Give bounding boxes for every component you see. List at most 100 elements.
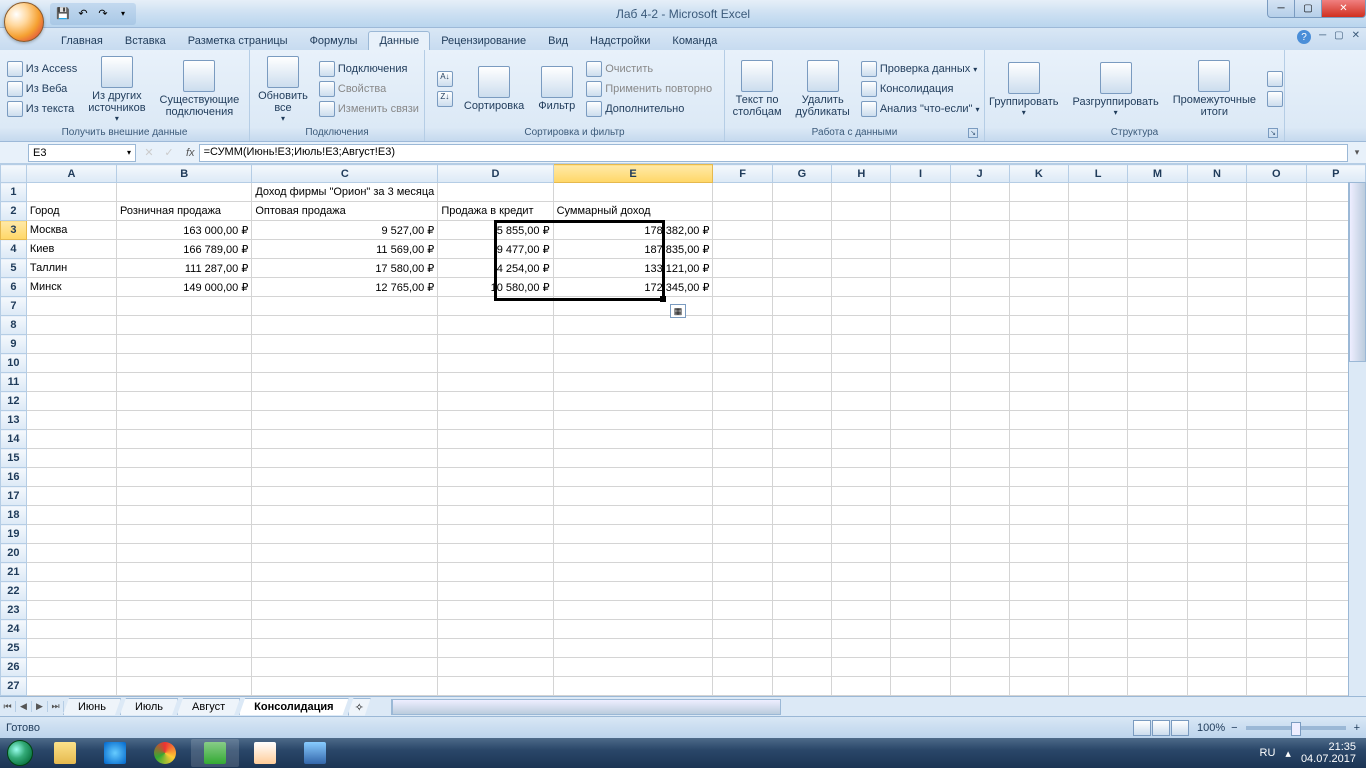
- zoom-slider[interactable]: [1246, 726, 1346, 730]
- cell[interactable]: [832, 430, 891, 449]
- cell[interactable]: [26, 430, 116, 449]
- tab-nav-last-icon[interactable]: ⏭: [48, 701, 64, 712]
- cell[interactable]: [832, 335, 891, 354]
- cell[interactable]: [438, 525, 553, 544]
- cell[interactable]: [117, 620, 252, 639]
- cell[interactable]: [713, 335, 772, 354]
- fx-icon[interactable]: fx: [186, 147, 195, 159]
- cell[interactable]: [26, 677, 116, 696]
- cell[interactable]: [713, 316, 772, 335]
- cell[interactable]: [1187, 506, 1246, 525]
- column-header[interactable]: C: [252, 165, 438, 183]
- cell[interactable]: [553, 506, 713, 525]
- cell[interactable]: [1187, 544, 1246, 563]
- cell[interactable]: [1128, 677, 1188, 696]
- cell[interactable]: [553, 601, 713, 620]
- cell[interactable]: [553, 373, 713, 392]
- cell[interactable]: 5 855,00 ₽: [438, 221, 553, 240]
- cell[interactable]: [438, 506, 553, 525]
- cell[interactable]: [252, 582, 438, 601]
- cell[interactable]: [438, 354, 553, 373]
- cell[interactable]: [26, 449, 116, 468]
- remove-duplicates-button[interactable]: Удалить дубликаты: [790, 58, 856, 120]
- cell[interactable]: [713, 297, 772, 316]
- cell[interactable]: [832, 297, 891, 316]
- sheet-tab-consolidation[interactable]: Консолидация: [239, 698, 348, 715]
- cell[interactable]: [891, 620, 950, 639]
- insert-sheet-button[interactable]: ✧: [348, 698, 371, 716]
- cell[interactable]: [832, 449, 891, 468]
- cell[interactable]: [891, 468, 950, 487]
- cell[interactable]: [713, 601, 772, 620]
- tab-addins[interactable]: Надстройки: [579, 31, 661, 50]
- cell[interactable]: [1009, 278, 1068, 297]
- cell[interactable]: [438, 449, 553, 468]
- cell[interactable]: [1009, 392, 1068, 411]
- row-header[interactable]: 3: [1, 221, 27, 240]
- cell[interactable]: [950, 544, 1009, 563]
- cell[interactable]: [832, 620, 891, 639]
- cell[interactable]: [438, 335, 553, 354]
- cell[interactable]: [950, 563, 1009, 582]
- cell[interactable]: [772, 449, 831, 468]
- cell[interactable]: [553, 297, 713, 316]
- cell[interactable]: [553, 392, 713, 411]
- cell[interactable]: [1187, 677, 1246, 696]
- cell[interactable]: [1187, 601, 1246, 620]
- cell[interactable]: [1069, 430, 1128, 449]
- cell[interactable]: [26, 601, 116, 620]
- cell[interactable]: [438, 487, 553, 506]
- row-header[interactable]: 10: [1, 354, 27, 373]
- cell[interactable]: [891, 354, 950, 373]
- cell[interactable]: [117, 677, 252, 696]
- cell[interactable]: Москва: [26, 221, 116, 240]
- cell[interactable]: [1247, 525, 1306, 544]
- cell[interactable]: [1247, 373, 1306, 392]
- row-header[interactable]: 20: [1, 544, 27, 563]
- cell[interactable]: [1069, 373, 1128, 392]
- cell[interactable]: [1128, 278, 1188, 297]
- cell[interactable]: [117, 297, 252, 316]
- column-header[interactable]: O: [1247, 165, 1306, 183]
- row-header[interactable]: 26: [1, 658, 27, 677]
- column-header[interactable]: P: [1306, 165, 1365, 183]
- column-header[interactable]: M: [1128, 165, 1188, 183]
- cell[interactable]: 4 254,00 ₽: [438, 259, 553, 278]
- cell[interactable]: [950, 449, 1009, 468]
- cell[interactable]: [1247, 278, 1306, 297]
- cell[interactable]: [1009, 487, 1068, 506]
- zoom-level[interactable]: 100%: [1197, 722, 1225, 734]
- cell[interactable]: [1187, 373, 1246, 392]
- cell[interactable]: Продажа в кредит: [438, 202, 553, 221]
- cell[interactable]: [117, 392, 252, 411]
- row-header[interactable]: 4: [1, 240, 27, 259]
- cell[interactable]: [1128, 297, 1188, 316]
- tab-home[interactable]: Главная: [50, 31, 114, 50]
- cell[interactable]: [1009, 639, 1068, 658]
- cell[interactable]: [252, 506, 438, 525]
- sheet-tab-july[interactable]: Июль: [120, 698, 178, 715]
- from-access-button[interactable]: Из Access: [4, 59, 80, 79]
- row-header[interactable]: 12: [1, 392, 27, 411]
- cell[interactable]: [252, 487, 438, 506]
- row-header[interactable]: 6: [1, 278, 27, 297]
- cell[interactable]: 12 765,00 ₽: [252, 278, 438, 297]
- cell[interactable]: Киев: [26, 240, 116, 259]
- cell[interactable]: [713, 240, 772, 259]
- cell[interactable]: [553, 677, 713, 696]
- cell[interactable]: [772, 430, 831, 449]
- cell[interactable]: [117, 601, 252, 620]
- normal-view-button[interactable]: [1133, 720, 1151, 736]
- cell[interactable]: [1069, 392, 1128, 411]
- cell[interactable]: [950, 582, 1009, 601]
- cell[interactable]: Минск: [26, 278, 116, 297]
- cell[interactable]: [713, 259, 772, 278]
- cell[interactable]: [713, 506, 772, 525]
- cell[interactable]: [1009, 240, 1068, 259]
- cell[interactable]: [1187, 639, 1246, 658]
- cell[interactable]: [252, 563, 438, 582]
- advanced-filter-button[interactable]: Дополнительно: [583, 99, 715, 119]
- cell[interactable]: [950, 297, 1009, 316]
- cell[interactable]: [772, 411, 831, 430]
- cell[interactable]: 10 580,00 ₽: [438, 278, 553, 297]
